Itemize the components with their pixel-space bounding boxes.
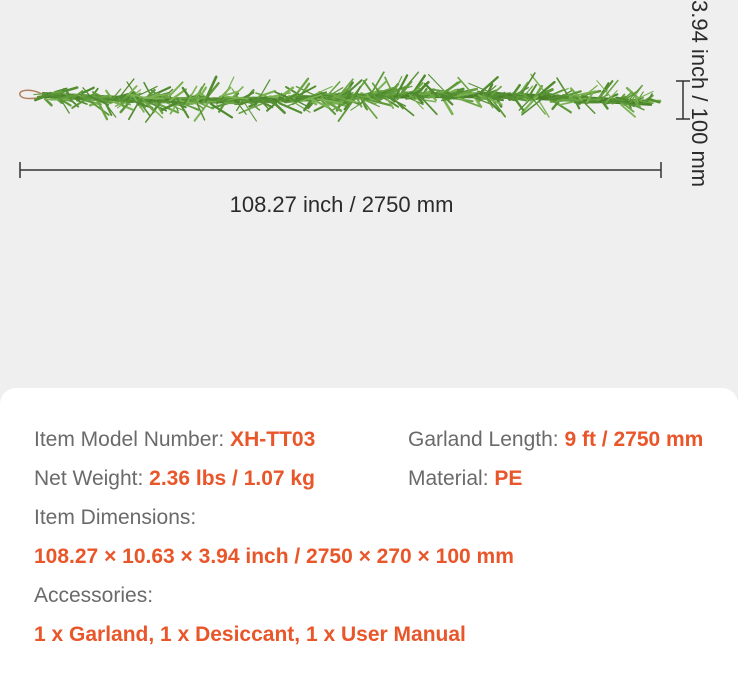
garland-body	[33, 71, 662, 123]
garland-needle	[36, 94, 49, 99]
spec-accessories-value: 1 x Garland, 1 x Desiccant, 1 x User Man…	[34, 623, 466, 646]
spec-net-weight: Net Weight: 2.36 lbs / 1.07 kg	[34, 467, 315, 491]
height-dimension-label: 3.94 inch / 100 mm	[687, 0, 712, 188]
spec-garland-length-value: 9 ft / 2750 mm	[564, 428, 704, 451]
length-dimension-label: 108.27 inch / 2750 mm	[229, 192, 454, 217]
garland-needle	[544, 92, 555, 96]
spec-accessories-label-text: Accessories:	[34, 584, 154, 607]
spec-model-number: Item Model Number: XH-TT03	[34, 428, 315, 452]
product-dimension-area: 108.27 inch / 2750 mm 3.94 inch / 100 mm	[0, 0, 738, 390]
garland-needle	[51, 90, 63, 94]
garland-needle	[268, 95, 279, 99]
garland-needle	[516, 96, 531, 99]
spec-material-value: PE	[494, 467, 523, 490]
spec-item-dimensions-label: Item Dimensions:	[34, 506, 196, 530]
spec-accessories-label: Accessories:	[34, 584, 153, 608]
garland-needle	[392, 98, 415, 117]
garland-needle	[167, 81, 184, 99]
garland-needle	[588, 98, 602, 101]
spec-net-weight-value: 2.36 lbs / 1.07 kg	[149, 467, 315, 490]
spec-garland-length-label: Garland Length:	[408, 428, 559, 451]
spec-material: Material: PE	[408, 467, 522, 491]
spec-item-dimensions-label-text: Item Dimensions:	[34, 506, 197, 529]
spec-model-value: XH-TT03	[230, 428, 316, 451]
spec-model-label: Item Model Number:	[34, 428, 225, 451]
garland-needle	[280, 86, 295, 98]
spec-garland-length: Garland Length: 9 ft / 2750 mm	[408, 428, 703, 452]
spec-item-dimensions-value: 108.27 × 10.63 × 3.94 inch / 2750 × 270 …	[34, 545, 514, 568]
length-dimension-line	[19, 162, 662, 178]
spec-net-weight-label: Net Weight:	[34, 467, 144, 490]
spec-material-label: Material:	[408, 467, 489, 490]
garland-needle	[558, 101, 575, 106]
specifications-card: Item Model Number: XH-TT03 Garland Lengt…	[0, 388, 738, 693]
